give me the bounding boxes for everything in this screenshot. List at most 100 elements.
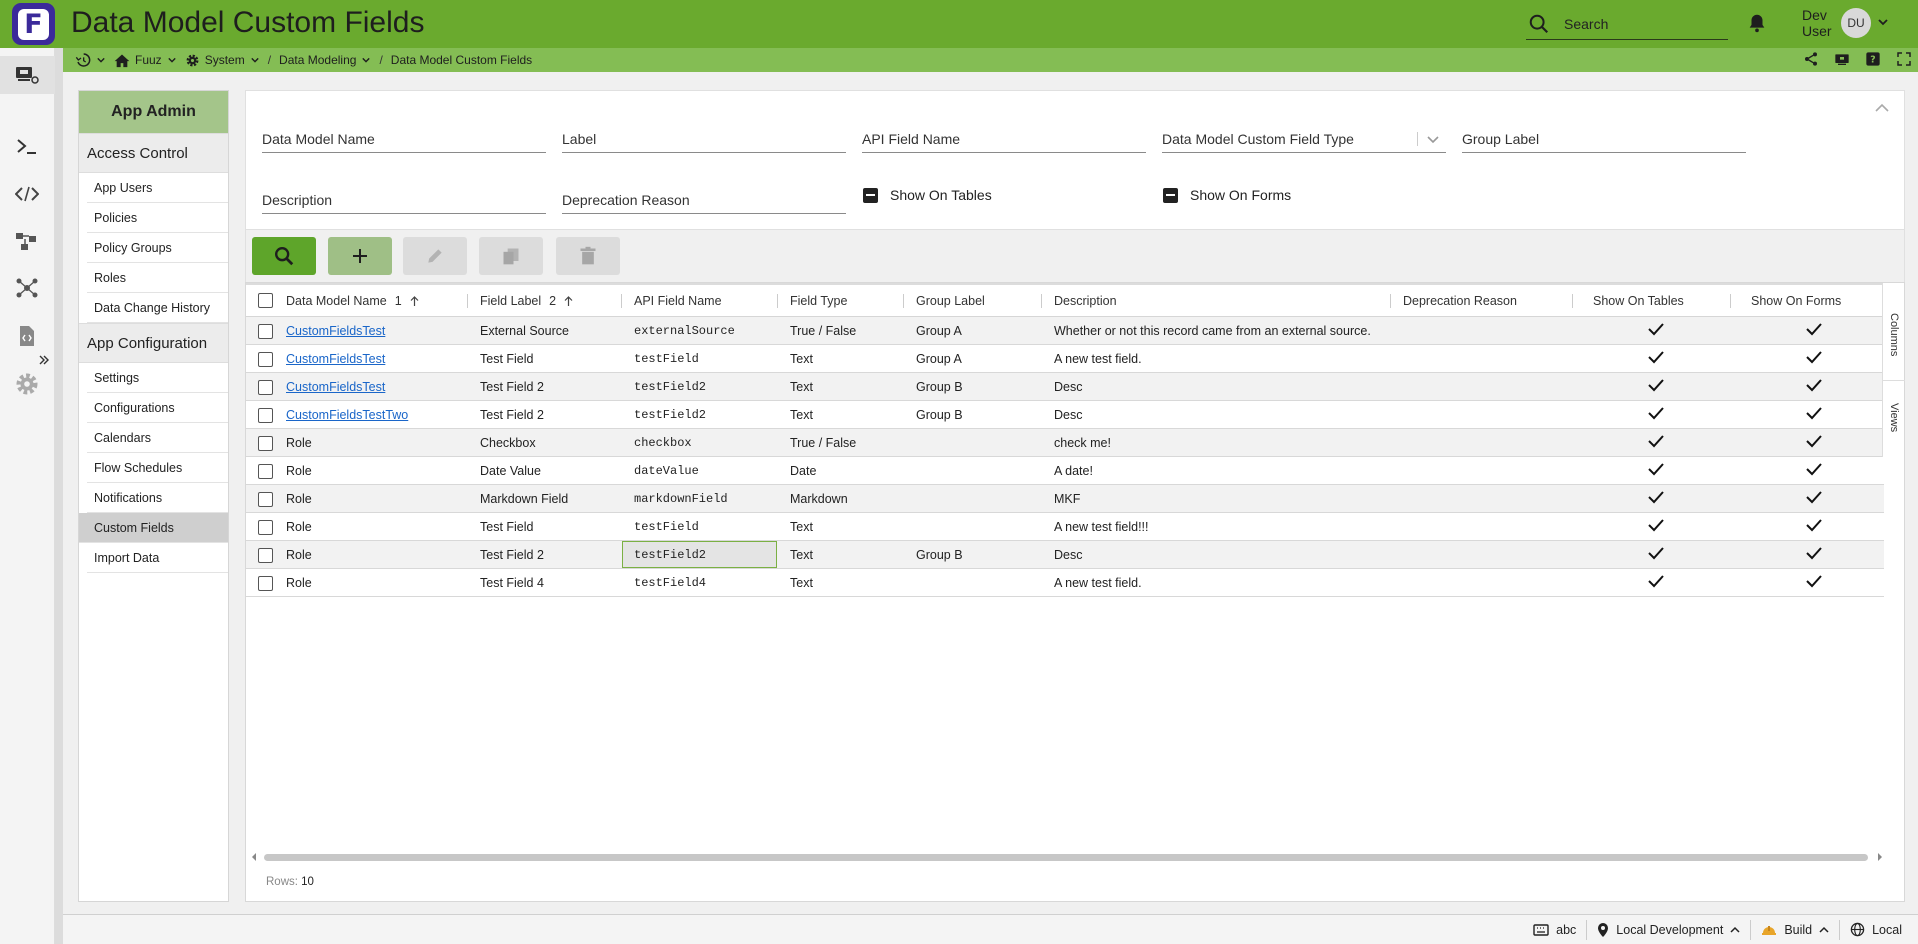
column-header-deprecation-reason[interactable]: Deprecation Reason — [1403, 285, 1517, 317]
data-model-link[interactable]: CustomFieldsTest — [286, 352, 385, 366]
cell-type[interactable]: Markdown — [790, 485, 848, 512]
cell-show-on-forms[interactable] — [1805, 345, 1823, 372]
cell-label[interactable]: Markdown Field — [480, 485, 568, 512]
nav-item-custom-fields[interactable]: Custom Fields — [79, 513, 228, 543]
data-model-link[interactable]: CustomFieldsTest — [286, 324, 385, 338]
rail-settings[interactable] — [12, 369, 42, 399]
table-row[interactable]: Role Checkbox checkbox True / False check me… — [246, 429, 1884, 457]
cell-show-on-forms[interactable] — [1805, 513, 1823, 540]
cell-model[interactable]: Role — [286, 541, 312, 568]
table-row[interactable]: Role Test Field testField Text A new test fi… — [246, 513, 1884, 541]
cell-group[interactable]: Group B — [916, 401, 963, 428]
nav-item-app-users[interactable]: App Users — [87, 173, 228, 203]
column-header-data-model-name[interactable]: Data Model Name 1 — [286, 285, 419, 317]
rail-flow[interactable] — [12, 226, 42, 256]
row-checkbox[interactable] — [258, 520, 273, 535]
filter-field-type-select[interactable]: Data Model Custom Field Type — [1162, 125, 1446, 153]
cell-label[interactable]: Test Field 4 — [480, 569, 544, 596]
filter-show-on-tables[interactable]: Show On Tables — [863, 187, 992, 203]
row-checkbox[interactable] — [258, 380, 273, 395]
share-icon[interactable] — [1803, 51, 1819, 67]
cell-label[interactable]: Test Field 2 — [480, 373, 544, 400]
column-header-show-on-tables[interactable]: Show On Tables — [1593, 285, 1684, 317]
cell-show-on-tables[interactable] — [1647, 485, 1665, 512]
cell-model[interactable]: Role — [286, 429, 312, 456]
cell-desc[interactable]: Desc — [1054, 401, 1082, 428]
row-checkbox[interactable] — [258, 576, 273, 591]
nav-item-configurations[interactable]: Configurations — [87, 393, 228, 423]
cell-type[interactable]: Text — [790, 345, 813, 372]
column-separator[interactable] — [621, 294, 622, 308]
nav-item-import-data[interactable]: Import Data — [87, 543, 228, 573]
search-icon[interactable] — [1528, 13, 1550, 35]
indeterminate-checkbox[interactable] — [1163, 187, 1178, 203]
scrollbar-thumb[interactable] — [264, 854, 1868, 861]
row-checkbox[interactable] — [258, 464, 273, 479]
breadcrumb-item-system[interactable]: System — [185, 53, 260, 68]
column-separator[interactable] — [903, 294, 904, 308]
nav-item-data-change-history[interactable]: Data Change History — [87, 293, 228, 323]
cell-group[interactable]: Group B — [916, 373, 963, 400]
cell-model[interactable]: Role — [286, 569, 312, 596]
cell-type[interactable]: True / False — [790, 317, 856, 344]
tenant-indicator[interactable]: abc — [1523, 920, 1586, 940]
cell-group[interactable]: Group A — [916, 345, 962, 372]
fullscreen-icon[interactable] — [1896, 51, 1912, 67]
cell-api[interactable]: testField — [634, 345, 699, 372]
cell-show-on-tables[interactable] — [1647, 373, 1665, 400]
cell-show-on-forms[interactable] — [1805, 485, 1823, 512]
column-header-show-on-forms[interactable]: Show On Forms — [1751, 285, 1841, 317]
cell-desc[interactable]: A new test field!!! — [1054, 513, 1149, 540]
bell-icon[interactable] — [1746, 12, 1768, 34]
table-row[interactable]: Role Test Field 2 testField2 Text Group B Des… — [246, 541, 1884, 569]
cell-label[interactable]: Test Field — [480, 513, 534, 540]
filter-show-on-forms[interactable]: Show On Forms — [1163, 187, 1291, 203]
nav-item-roles[interactable]: Roles — [87, 263, 228, 293]
locale-selector[interactable]: Local — [1839, 919, 1912, 940]
add-button[interactable] — [328, 237, 392, 275]
delete-button[interactable] — [556, 237, 620, 275]
cell-desc[interactable]: MKF — [1054, 485, 1080, 512]
row-checkbox[interactable] — [258, 408, 273, 423]
help-icon[interactable]: ? — [1865, 51, 1881, 67]
cell-api[interactable]: testField2 — [634, 373, 706, 400]
cell-show-on-tables[interactable] — [1647, 345, 1665, 372]
app-logo[interactable]: F — [12, 3, 55, 45]
scroll-left-icon[interactable] — [250, 852, 258, 862]
cell-desc[interactable]: A new test field. — [1054, 345, 1142, 372]
column-separator[interactable] — [1041, 294, 1042, 308]
column-separator[interactable] — [1730, 294, 1731, 308]
cell-desc[interactable]: A new test field. — [1054, 569, 1142, 596]
column-header-description[interactable]: Description — [1054, 285, 1117, 317]
table-row[interactable]: Role Date Value dateValue Date A date! — [246, 457, 1884, 485]
mode-selector[interactable]: Build — [1750, 919, 1839, 940]
table-row[interactable]: Role Markdown Field markdownField Markdown M… — [246, 485, 1884, 513]
cell-show-on-tables[interactable] — [1647, 569, 1665, 596]
cell-label[interactable]: External Source — [480, 317, 569, 344]
cell-show-on-tables[interactable] — [1647, 401, 1665, 428]
rail-resize-handle[interactable] — [55, 48, 63, 944]
screen-icon[interactable] — [1834, 51, 1850, 67]
cell-show-on-forms[interactable] — [1805, 429, 1823, 456]
column-header-group-label[interactable]: Group Label — [916, 285, 985, 317]
nav-item-settings[interactable]: Settings — [87, 363, 228, 393]
filter-data-model-name[interactable]: Data Model Name — [262, 125, 546, 153]
cell-api[interactable]: testField2 — [622, 541, 777, 568]
cell-show-on-forms[interactable] — [1805, 401, 1823, 428]
cell-show-on-forms[interactable] — [1805, 317, 1823, 344]
cell-model[interactable]: CustomFieldsTestTwo — [286, 401, 408, 428]
expand-chevron-icon[interactable] — [38, 355, 50, 365]
nav-item-flow-schedules[interactable]: Flow Schedules — [87, 453, 228, 483]
cell-label[interactable]: Test Field 2 — [480, 541, 544, 568]
column-separator[interactable] — [1390, 294, 1391, 308]
cell-type[interactable]: Text — [790, 569, 813, 596]
views-tab[interactable]: Views — [1883, 383, 1905, 453]
breadcrumb-item-fuuz[interactable]: Fuuz — [114, 53, 177, 68]
filter-group-label[interactable]: Group Label — [1462, 125, 1746, 153]
row-checkbox[interactable] — [258, 492, 273, 507]
search-box[interactable] — [1526, 8, 1728, 40]
cell-api[interactable]: testField4 — [634, 569, 706, 596]
breadcrumb-item-data-modeling[interactable]: Data Modeling — [279, 53, 371, 67]
select-all-checkbox[interactable] — [258, 293, 273, 308]
cell-show-on-tables[interactable] — [1647, 429, 1665, 456]
